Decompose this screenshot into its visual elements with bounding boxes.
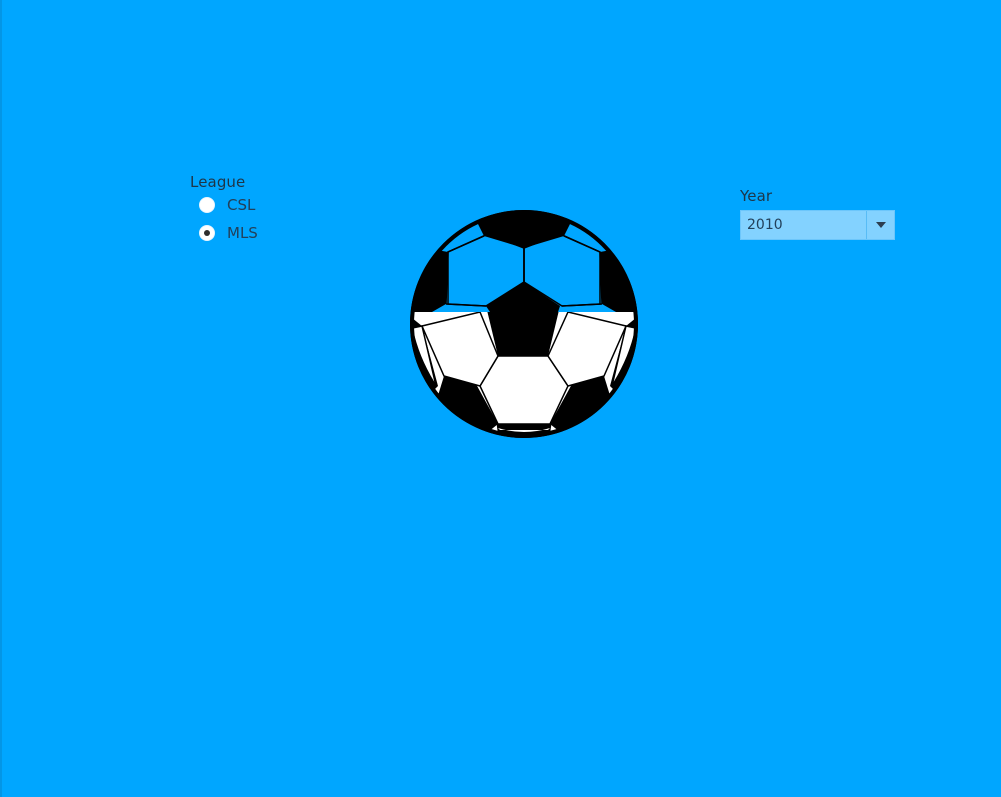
league-option-label: MLS: [227, 224, 258, 242]
dropdown-triangle: [875, 222, 886, 228]
league-option-label: CSL: [227, 196, 256, 214]
year-dropdown-value: 2010: [747, 217, 783, 233]
league-filter: League CSL MLS: [190, 173, 258, 247]
soccer-ball-icon: [410, 210, 638, 438]
radio-checked[interactable]: [199, 225, 215, 241]
ball-top-half: [413, 213, 635, 312]
league-option-csl[interactable]: CSL: [199, 191, 258, 219]
chevron-down-icon[interactable]: [866, 211, 894, 239]
left-edge-border: [0, 0, 2, 797]
radio-unchecked[interactable]: [199, 197, 215, 213]
year-filter: Year 2010: [740, 187, 895, 240]
league-option-mls[interactable]: MLS: [199, 219, 258, 247]
year-dropdown[interactable]: 2010: [740, 210, 895, 240]
league-filter-title: League: [190, 173, 246, 191]
year-filter-title: Year: [740, 187, 773, 205]
